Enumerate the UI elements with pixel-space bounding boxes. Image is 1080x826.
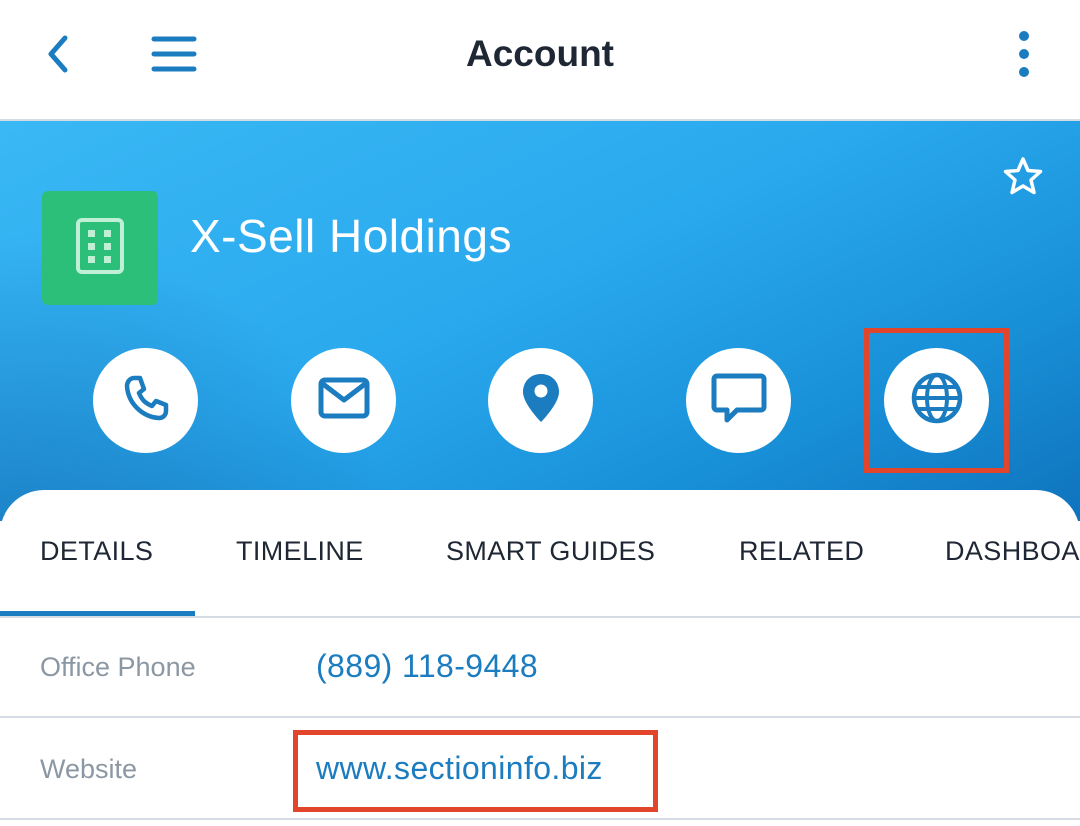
highlight-box <box>864 328 1009 473</box>
call-button[interactable] <box>93 348 198 453</box>
tab-bar: DETAILS TIMELINE SMART GUIDES RELATED DA… <box>0 490 1080 618</box>
tab-related[interactable]: RELATED <box>739 536 864 567</box>
map-button[interactable] <box>488 348 593 453</box>
account-avatar <box>42 191 158 305</box>
more-vertical-icon[interactable] <box>996 24 1052 84</box>
tab-details[interactable]: DETAILS <box>40 536 153 567</box>
highlight-box <box>293 730 658 812</box>
page-title: Account <box>466 33 614 74</box>
message-button[interactable] <box>686 348 791 453</box>
tab-dashboard[interactable]: DASHBOARD <box>945 536 1080 567</box>
tab-smart-guides[interactable]: SMART GUIDES <box>446 536 655 567</box>
star-outline-icon[interactable] <box>998 151 1048 201</box>
office-phone-label: Office Phone <box>40 652 196 682</box>
tab-timeline[interactable]: TIMELINE <box>236 536 364 567</box>
top-app-bar: Account <box>0 0 1080 121</box>
details-card: DETAILS TIMELINE SMART GUIDES RELATED DA… <box>0 490 1080 826</box>
office-phone-link[interactable]: (889) 118-9448 <box>316 648 538 685</box>
account-header: X-Sell Holdings <box>0 121 1080 521</box>
website-label: Website <box>40 754 138 784</box>
email-button[interactable] <box>291 348 396 453</box>
active-tab-indicator <box>0 611 195 616</box>
detail-row-office-phone: Office Phone (889) 118-9448 <box>0 618 1080 718</box>
phone-icon <box>120 372 172 429</box>
message-icon <box>711 371 767 430</box>
email-icon <box>317 376 371 425</box>
map-pin-icon <box>521 372 561 429</box>
account-name: X-Sell Holdings <box>190 210 512 262</box>
building-icon <box>74 217 126 280</box>
